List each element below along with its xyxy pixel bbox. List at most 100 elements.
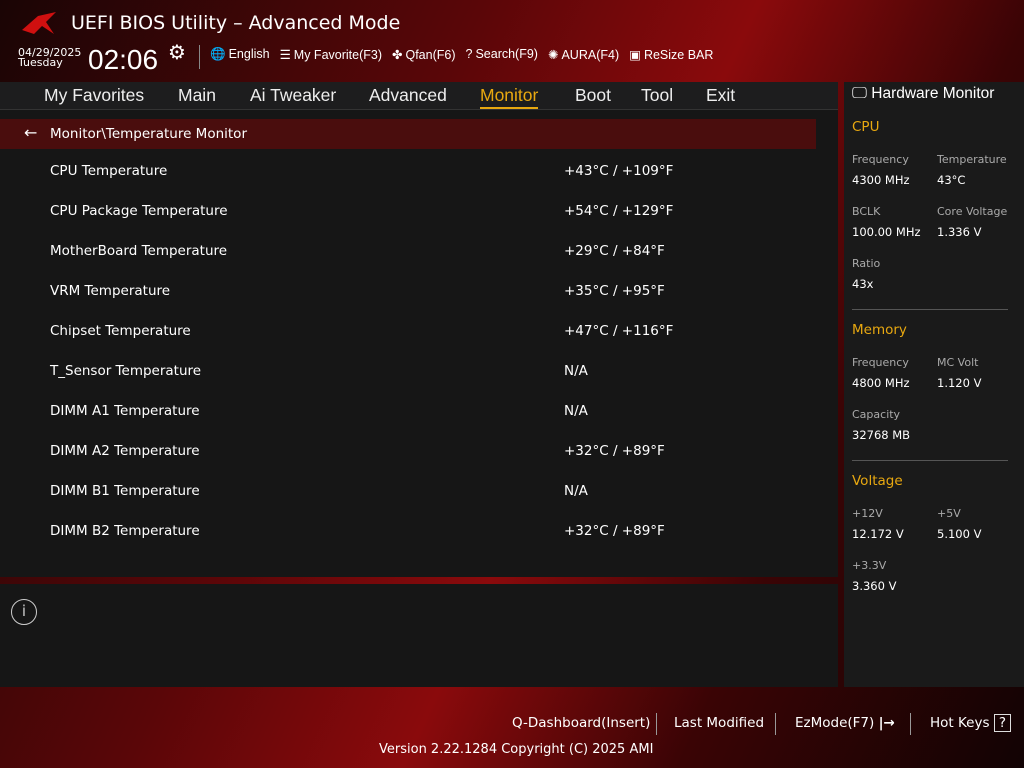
row-value: N/A: [564, 483, 588, 499]
bclk-label: BCLK: [852, 205, 881, 218]
hot-keys-button[interactable]: Hot Keys ?: [930, 714, 1011, 732]
table-row[interactable]: VRM Temperature +35°C / +95°F: [50, 283, 750, 299]
fan-icon: ✤: [392, 48, 403, 62]
cpu-frequency: 4300 MHz: [852, 173, 910, 187]
clock: 02:06: [88, 44, 159, 75]
cpu-temp-label: Temperature: [937, 153, 1007, 166]
row-label: DIMM B1 Temperature: [50, 483, 200, 499]
row-value: +54°C / +129°F: [564, 203, 674, 219]
v5: 5.100 V: [937, 527, 982, 541]
favorite-icon: ☰: [279, 48, 291, 62]
back-arrow-icon[interactable]: ←: [24, 123, 37, 142]
row-label: MotherBoard Temperature: [50, 243, 228, 259]
divider: [775, 713, 776, 735]
row-value: +32°C / +89°F: [564, 523, 665, 539]
row-value: +47°C / +116°F: [564, 323, 674, 339]
ratio-label: Ratio: [852, 257, 881, 270]
toolbar-resize-bar-button[interactable]: ▣ ReSize BAR: [629, 47, 713, 62]
breadcrumb-label: Monitor\Temperature Monitor: [50, 126, 247, 142]
tab-main[interactable]: Main: [178, 85, 216, 106]
tab-my-favorites[interactable]: My Favorites: [44, 85, 144, 106]
table-row[interactable]: DIMM B2 Temperature +32°C / +89°F: [50, 523, 750, 539]
ezmode-button[interactable]: EzMode(F7) |→: [795, 715, 895, 731]
cpu-frequency-label: Frequency: [852, 153, 909, 166]
row-label: CPU Temperature: [50, 163, 168, 179]
table-row[interactable]: DIMM A1 Temperature N/A: [50, 403, 750, 419]
header: UEFI BIOS Utility – Advanced Mode 04/29/…: [0, 0, 1024, 82]
row-value: N/A: [564, 363, 588, 379]
hardware-monitor-panel: 🖵 Hardware Monitor CPU Frequency 4300 MH…: [844, 82, 1024, 687]
tab-monitor[interactable]: Monitor: [480, 85, 539, 109]
tab-boot[interactable]: Boot: [575, 85, 611, 106]
ratio: 43x: [852, 277, 874, 291]
info-icon: i: [11, 599, 37, 625]
v12-label: +12V: [852, 507, 883, 520]
toolbar-globe-button[interactable]: 🌐 English: [210, 47, 270, 62]
main-nav: My Favorites Main Ai Tweaker Advanced Monito…: [0, 82, 838, 110]
divider: [852, 309, 1008, 310]
hw-title: 🖵 Hardware Monitor: [852, 85, 995, 102]
toolbar-fan-button[interactable]: ✤ Qfan(F6): [392, 47, 456, 62]
toolbar-favorite-button[interactable]: ☰ My Favorite(F3): [280, 47, 382, 62]
row-value: +32°C / +89°F: [564, 443, 665, 459]
divider: [199, 45, 200, 69]
toolbar: 🌐 English ☰ My Favorite(F3) ✤ Qfan(F6) ? Search…: [210, 47, 713, 62]
v33-label: +3.3V: [852, 559, 887, 572]
rog-logo-icon: [22, 12, 56, 34]
v12: 12.172 V: [852, 527, 904, 541]
resize-bar-icon: ▣: [629, 48, 641, 62]
app-title: UEFI BIOS Utility – Advanced Mode: [71, 12, 401, 34]
row-value: +43°C / +109°F: [564, 163, 674, 179]
mc-volt-label: MC Volt: [937, 356, 979, 369]
exit-arrow-icon: |→: [878, 715, 895, 731]
divider: [910, 713, 911, 735]
globe-icon: 🌐: [210, 47, 226, 61]
version-text: Version 2.22.1284 Copyright (C) 2025 AMI: [379, 742, 654, 757]
tab-tool[interactable]: Tool: [641, 85, 673, 106]
core-voltage-label: Core Voltage: [937, 205, 1008, 218]
toolbar-aura-button[interactable]: ✺ AURA(F4): [548, 47, 619, 62]
tab-advanced[interactable]: Advanced: [369, 85, 447, 106]
breadcrumb[interactable]: ← Monitor\Temperature Monitor: [0, 119, 816, 149]
v5-label: +5V: [937, 507, 961, 520]
toolbar-search-help-button[interactable]: ? Search(F9): [466, 47, 538, 62]
row-value: +35°C / +95°F: [564, 283, 665, 299]
divider: [852, 460, 1008, 461]
last-modified-button[interactable]: Last Modified: [674, 715, 764, 731]
table-row[interactable]: T_Sensor Temperature N/A: [50, 363, 750, 379]
table-row[interactable]: DIMM B1 Temperature N/A: [50, 483, 750, 499]
row-label: VRM Temperature: [50, 283, 171, 299]
row-label: CPU Package Temperature: [50, 203, 228, 219]
row-label: Chipset Temperature: [50, 323, 191, 339]
capacity: 32768 MB: [852, 428, 911, 442]
tab-ai-tweaker[interactable]: Ai Tweaker: [250, 85, 336, 106]
row-label: DIMM A2 Temperature: [50, 443, 200, 459]
weekday: Tuesday: [18, 56, 63, 69]
row-value: N/A: [564, 403, 588, 419]
capacity-label: Capacity: [852, 408, 901, 421]
v33: 3.360 V: [852, 579, 897, 593]
date-display: 04/29/2025 Tuesday: [18, 47, 81, 69]
bclk: 100.00 MHz: [852, 225, 921, 239]
table-row[interactable]: CPU Package Temperature +54°C / +129°F: [50, 203, 750, 219]
gear-icon[interactable]: ⚙: [168, 40, 186, 64]
content-panel: ← Monitor\Temperature Monitor CPU Temper…: [0, 110, 838, 577]
row-label: DIMM B2 Temperature: [50, 523, 200, 539]
voltage-section-title: Voltage: [852, 473, 903, 489]
table-row[interactable]: Chipset Temperature +47°C / +116°F: [50, 323, 750, 339]
core-voltage: 1.336 V: [937, 225, 982, 239]
divider: [656, 713, 657, 735]
footer: Q-Dashboard(Insert) Last Modified EzMode…: [0, 687, 1024, 768]
table-row[interactable]: DIMM A2 Temperature +32°C / +89°F: [50, 443, 750, 459]
search-help-icon: ?: [465, 47, 473, 61]
cpu-section-title: CPU: [852, 119, 880, 135]
row-label: T_Sensor Temperature: [50, 363, 202, 379]
mc-volt: 1.120 V: [937, 376, 982, 390]
table-row[interactable]: CPU Temperature +43°C / +109°F: [50, 163, 750, 179]
q-dashboard-button[interactable]: Q-Dashboard(Insert): [512, 715, 650, 731]
memory-section-title: Memory: [852, 322, 907, 338]
table-row[interactable]: MotherBoard Temperature +29°C / +84°F: [50, 243, 750, 259]
mem-frequency: 4800 MHz: [852, 376, 910, 390]
row-label: DIMM A1 Temperature: [50, 403, 200, 419]
tab-exit[interactable]: Exit: [706, 85, 735, 106]
